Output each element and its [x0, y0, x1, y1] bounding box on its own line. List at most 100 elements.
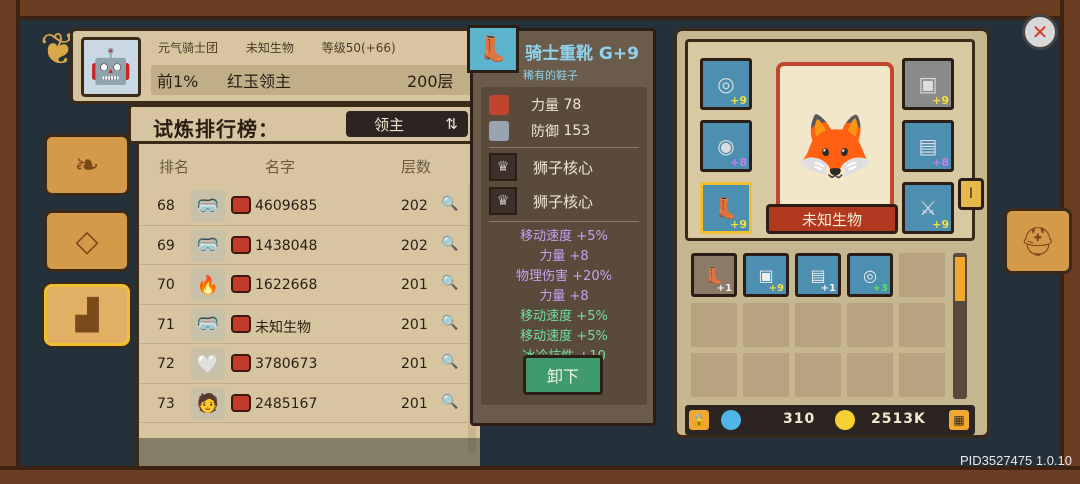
- close-button[interactable]: ✕: [1022, 14, 1058, 50]
- inspect-icon[interactable]: 🔍: [441, 394, 458, 410]
- player-floor: 200层: [407, 72, 454, 91]
- stat-defense: 防御 153: [489, 121, 590, 141]
- inventory-slot-empty[interactable]: [847, 353, 893, 397]
- slot-level: +9: [932, 218, 949, 231]
- inventory-slot-empty[interactable]: [691, 303, 737, 347]
- bonus-line: 移动速度 +5%: [520, 309, 608, 324]
- ruby-icon: [231, 314, 251, 333]
- bonus-line: 力量 +8: [539, 249, 589, 264]
- stat-defense-value: 153: [563, 123, 591, 139]
- item-tooltip: 👢 骑士重靴 G+9 稀有的鞋子 力量 78 防御 153 ♛ 狮子核心 ♛ 狮…: [467, 25, 656, 426]
- mode-selector[interactable]: 领主 ⇅: [346, 111, 468, 137]
- divider: [489, 221, 639, 222]
- inventory-item[interactable]: 👢 +1: [691, 253, 737, 297]
- row-name: 1438048: [255, 237, 318, 254]
- row-floor: 202: [401, 198, 428, 214]
- frame-top: [0, 0, 1080, 20]
- gold-coin-icon: [835, 410, 855, 430]
- row-rank: 70: [157, 277, 175, 293]
- inventory-slot-empty[interactable]: [795, 353, 841, 397]
- slot-ring[interactable]: ◉ +8: [700, 120, 752, 172]
- inventory-item[interactable]: ◎ +3: [847, 253, 893, 297]
- tab-leaf[interactable]: ❧: [44, 134, 130, 196]
- bonus-line: 物理伤害 +20%: [516, 269, 612, 284]
- slot-helmet[interactable]: ▣ +9: [902, 58, 954, 110]
- inspect-icon[interactable]: 🔍: [441, 315, 458, 331]
- slot-level: +8: [730, 156, 747, 169]
- player-avatar-icon: 🥽: [191, 190, 225, 222]
- row-floor: 202: [401, 237, 428, 254]
- stat-defense-label: 防御: [531, 124, 559, 140]
- swap-icon[interactable]: ⇅: [445, 115, 458, 133]
- rank-info: 前1% 红玉领主 200层: [151, 65, 481, 95]
- inventory-slot-empty[interactable]: [847, 303, 893, 347]
- grid-menu-icon[interactable]: ▦: [949, 410, 969, 430]
- core-slot: ♛ 狮子核心: [489, 153, 593, 181]
- slot-armor[interactable]: ▤ +8: [902, 120, 954, 172]
- inventory-slot-empty[interactable]: [899, 353, 945, 397]
- slot-level: +9: [932, 94, 949, 107]
- ruby-icon: [231, 196, 251, 214]
- player-name: 未知生物: [245, 41, 294, 55]
- inventory-slot-empty[interactable]: [795, 303, 841, 347]
- row-rank: 68: [157, 198, 175, 214]
- slot-level: +9: [730, 94, 747, 107]
- table-row[interactable]: 73 🧑 2485167 201 🔍: [139, 384, 469, 423]
- shield-icon: [489, 121, 509, 141]
- helmet-tab-button[interactable]: ⛑: [1004, 208, 1072, 274]
- inventory-scrollbar[interactable]: [953, 253, 967, 399]
- inspect-icon[interactable]: 🔍: [441, 236, 458, 252]
- table-row[interactable]: 72 🤍 3780673 201 🔍: [139, 344, 469, 384]
- fist-icon: [489, 95, 509, 115]
- player-avatar-icon[interactable]: 🤖: [81, 37, 141, 97]
- item-level: +9: [768, 283, 784, 294]
- panel-toggle-icon[interactable]: Ⅰ: [958, 178, 984, 210]
- gem-icon: [721, 410, 741, 430]
- row-floor: 201: [401, 277, 428, 293]
- table-row[interactable]: 71 🥽 未知生物 201 🔍: [139, 305, 469, 344]
- inventory-slot-empty[interactable]: [743, 303, 789, 347]
- gem-count: 310: [783, 411, 816, 427]
- inventory-item[interactable]: ▤ +1: [795, 253, 841, 297]
- mode-selector-label: 领主: [374, 115, 405, 134]
- gold-count: 2513K: [871, 411, 926, 427]
- equipment-panel: ◎ +9 ▣ +9 ◉ +8 ▤ +8 👢 +9 ⚔ +9 🦊 未知生物 👢 +1 ▣ +9 ▤…: [674, 28, 990, 438]
- inventory-slot-empty[interactable]: [899, 253, 945, 297]
- inventory-slot-empty[interactable]: [691, 353, 737, 397]
- row-name: 2485167: [255, 395, 318, 412]
- table-row[interactable]: 69 🥽 1438048 202 🔍: [139, 226, 469, 265]
- inventory-item[interactable]: ▣ +9: [743, 253, 789, 297]
- diamond-icon: ◇: [75, 223, 99, 259]
- unequip-button[interactable]: 卸下: [523, 355, 603, 395]
- lion-core-icon: ♛: [489, 153, 517, 181]
- player-title: 红玉领主: [227, 72, 292, 91]
- boots-icon: 👢: [467, 25, 519, 73]
- inspect-icon[interactable]: 🔍: [441, 354, 458, 370]
- podium-icon: ▟: [75, 297, 99, 333]
- slot-amulet[interactable]: ◎ +9: [700, 58, 752, 110]
- inspect-icon[interactable]: 🔍: [441, 275, 458, 291]
- bonus-line: 移动速度 +5%: [520, 329, 608, 344]
- slot-boots[interactable]: 👢 +9: [700, 182, 752, 234]
- player-avatar-icon: 🥽: [191, 308, 225, 341]
- tab-diamond[interactable]: ◇: [44, 210, 130, 272]
- slot-weapon[interactable]: ⚔ +9: [902, 182, 954, 234]
- close-icon: ✕: [1031, 20, 1049, 44]
- stat-strength-label: 力量: [531, 98, 559, 114]
- col-name: 名字: [265, 158, 296, 176]
- row-rank: 71: [157, 316, 175, 333]
- tab-leaderboard[interactable]: ▟: [44, 284, 130, 346]
- leaderboard[interactable]: 排名 名字 层数 68 🥽 4609685 202 🔍 69 🥽 1438048…: [136, 144, 480, 466]
- row-name: 1622668: [255, 277, 318, 293]
- scroll-thumb[interactable]: [955, 257, 965, 301]
- inventory-slot-empty[interactable]: [899, 303, 945, 347]
- lock-icon[interactable]: 🔒: [689, 410, 709, 430]
- inventory-slot-empty[interactable]: [743, 353, 789, 397]
- frame-left: [0, 0, 20, 484]
- character-name: 未知生物: [766, 204, 898, 234]
- row-floor: 201: [401, 316, 428, 333]
- bonus-line: 力量 +8: [539, 289, 589, 304]
- table-row[interactable]: 68 🥽 4609685 202 🔍: [139, 186, 469, 226]
- table-row[interactable]: 70 🔥 1622668 201 🔍: [139, 265, 469, 305]
- inspect-icon[interactable]: 🔍: [441, 196, 458, 212]
